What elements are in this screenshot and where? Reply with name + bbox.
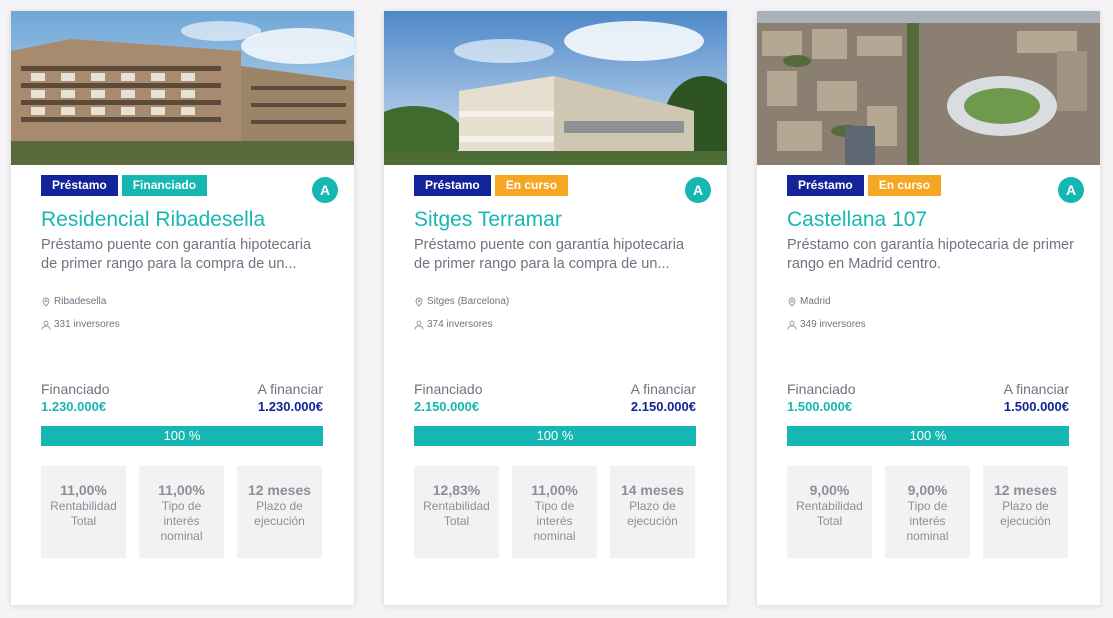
- to-finance-label: A financiar: [1003, 381, 1069, 397]
- project-image[interactable]: [384, 11, 727, 165]
- financed-label: Financiado: [41, 381, 110, 397]
- stat-value: 9,00%: [907, 482, 948, 498]
- project-description: Préstamo puente con garantía hipotecaria…: [41, 237, 312, 272]
- project-description: Préstamo con garantía hipotecaria de pri…: [787, 237, 1074, 272]
- stat-value: 12 meses: [247, 482, 312, 498]
- stat-label: Plazo de ejecución: [627, 499, 678, 528]
- loan-type-badge: Préstamo: [414, 175, 491, 196]
- project-title[interactable]: Sitges Terramar: [414, 208, 562, 232]
- project-card[interactable]: Préstamo Financiado A Residencial Ribade…: [11, 11, 354, 605]
- investors-text: 374 inversores: [427, 319, 493, 330]
- to-finance-label: A financiar: [257, 381, 323, 397]
- stat-total-return: 12,83% Rentabilidad Total: [414, 466, 499, 558]
- stat-total-return: 11,00% Rentabilidad Total: [41, 466, 126, 558]
- stat-label: Rentabilidad Total: [423, 499, 490, 528]
- project-description: Préstamo puente con garantía hipotecaria…: [414, 237, 685, 272]
- stat-label: Tipo de interés nominal: [533, 499, 576, 543]
- location-pin-icon: [788, 297, 796, 307]
- stat-nominal-rate: 9,00% Tipo de interés nominal: [885, 466, 970, 558]
- progress-label: 100 %: [909, 428, 947, 443]
- location: Madrid: [787, 296, 831, 307]
- stat-term: 14 meses Plazo de ejecución: [610, 466, 695, 558]
- financed-amount: 2.150.000€: [414, 399, 480, 414]
- project-title[interactable]: Residencial Ribadesella: [41, 208, 265, 232]
- stat-label: Tipo de interés nominal: [906, 499, 949, 543]
- stat-value: 11,00%: [531, 482, 578, 498]
- rating-badge: A: [685, 177, 711, 203]
- investors: 374 inversores: [414, 319, 493, 330]
- financed-amount: 1.230.000€: [41, 399, 107, 414]
- financed-amount: 1.500.000€: [787, 399, 853, 414]
- stat-label: Tipo de interés nominal: [160, 499, 203, 543]
- project-image[interactable]: [11, 11, 354, 165]
- investors-text: 349 inversores: [800, 319, 866, 330]
- status-badge: Financiado: [121, 175, 208, 196]
- stat-total-return: 9,00% Rentabilidad Total: [787, 466, 872, 558]
- loan-type-badge: Préstamo: [41, 175, 118, 196]
- location: Sitges (Barcelona): [414, 296, 509, 307]
- user-icon: [787, 320, 797, 330]
- stat-label: Plazo de ejecución: [1000, 499, 1051, 528]
- funding-progress-bar: 100 %: [787, 426, 1069, 446]
- location-text: Ribadesella: [54, 296, 107, 307]
- project-title[interactable]: Castellana 107: [787, 208, 927, 232]
- loan-type-badge: Préstamo: [787, 175, 864, 196]
- stat-value: 12 meses: [993, 482, 1058, 498]
- funding-progress-bar: 100 %: [414, 426, 696, 446]
- stat-label: Rentabilidad Total: [50, 499, 117, 528]
- stat-value: 11,00%: [60, 482, 107, 498]
- project-card[interactable]: Préstamo En curso A Castellana 107 Prést…: [757, 11, 1100, 605]
- investors: 331 inversores: [41, 319, 120, 330]
- funding-progress-bar: 100 %: [41, 426, 323, 446]
- investors: 349 inversores: [787, 319, 866, 330]
- project-image[interactable]: [757, 11, 1100, 165]
- to-finance-amount: 1.230.000€: [257, 399, 323, 414]
- stat-value: 14 meses: [620, 482, 685, 498]
- investors-text: 331 inversores: [54, 319, 120, 330]
- status-badge: En curso: [494, 175, 569, 196]
- rating-badge: A: [312, 177, 338, 203]
- location-pin-icon: [42, 297, 50, 307]
- stat-value: 11,00%: [158, 482, 205, 498]
- location-text: Madrid: [800, 296, 831, 307]
- to-finance-amount: 2.150.000€: [630, 399, 696, 414]
- progress-label: 100 %: [536, 428, 574, 443]
- project-card[interactable]: Préstamo En curso A Sitges Terramar Prés…: [384, 11, 727, 605]
- stat-nominal-rate: 11,00% Tipo de interés nominal: [139, 466, 224, 558]
- location: Ribadesella: [41, 296, 106, 307]
- user-icon: [41, 320, 51, 330]
- location-text: Sitges (Barcelona): [427, 296, 510, 307]
- progress-label: 100 %: [163, 428, 201, 443]
- stat-label: Plazo de ejecución: [254, 499, 305, 528]
- stat-value: 9,00%: [809, 482, 850, 498]
- rating-badge: A: [1058, 177, 1084, 203]
- to-finance-amount: 1.500.000€: [1003, 399, 1069, 414]
- financed-label: Financiado: [787, 381, 856, 397]
- stat-nominal-rate: 11,00% Tipo de interés nominal: [512, 466, 597, 558]
- stat-label: Rentabilidad Total: [796, 499, 863, 528]
- user-icon: [414, 320, 424, 330]
- stat-term: 12 meses Plazo de ejecución: [237, 466, 322, 558]
- stat-term: 12 meses Plazo de ejecución: [983, 466, 1068, 558]
- to-finance-label: A financiar: [630, 381, 696, 397]
- financed-label: Financiado: [414, 381, 483, 397]
- status-badge: En curso: [867, 175, 942, 196]
- location-pin-icon: [415, 297, 423, 307]
- stat-value: 12,83%: [432, 482, 481, 498]
